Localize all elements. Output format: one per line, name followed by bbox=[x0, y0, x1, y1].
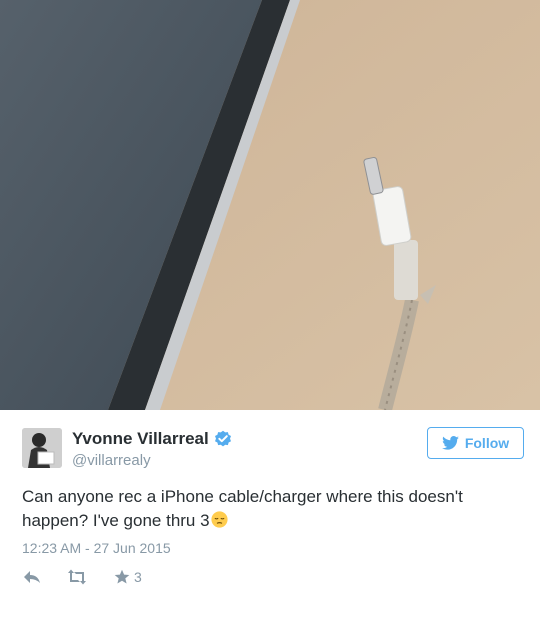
follow-button[interactable]: Follow bbox=[427, 427, 524, 459]
reply-icon bbox=[22, 569, 42, 585]
retweet-icon bbox=[66, 569, 88, 585]
photo-cable-image bbox=[0, 0, 540, 410]
favorite-count: 3 bbox=[134, 569, 142, 585]
author-name[interactable]: Yvonne Villarreal bbox=[72, 429, 209, 449]
avatar[interactable] bbox=[22, 428, 62, 468]
author-handle[interactable]: @villarrealy bbox=[72, 452, 151, 469]
author-name-row: Yvonne Villarreal bbox=[72, 429, 232, 449]
tweet-text-content: Can anyone rec a iPhone cable/charger wh… bbox=[22, 487, 463, 530]
star-icon bbox=[114, 569, 130, 585]
tweet-timestamp[interactable]: 12:23 AM - 27 Jun 2015 bbox=[22, 540, 171, 556]
tweet-actions: 3 bbox=[22, 569, 142, 585]
reply-button[interactable] bbox=[22, 569, 42, 585]
tweet-text: Can anyone rec a iPhone cable/charger wh… bbox=[22, 485, 522, 533]
pensive-face-emoji bbox=[211, 511, 228, 528]
tweet-card: Yvonne Villarreal @villarrealy Follow Ca… bbox=[0, 410, 540, 630]
twitter-bird-icon bbox=[441, 436, 459, 450]
tweet-photo[interactable] bbox=[0, 0, 540, 410]
favorite-button[interactable]: 3 bbox=[88, 569, 142, 585]
follow-label: Follow bbox=[464, 435, 510, 451]
retweet-button[interactable] bbox=[42, 569, 88, 585]
verified-badge-icon bbox=[214, 430, 232, 448]
